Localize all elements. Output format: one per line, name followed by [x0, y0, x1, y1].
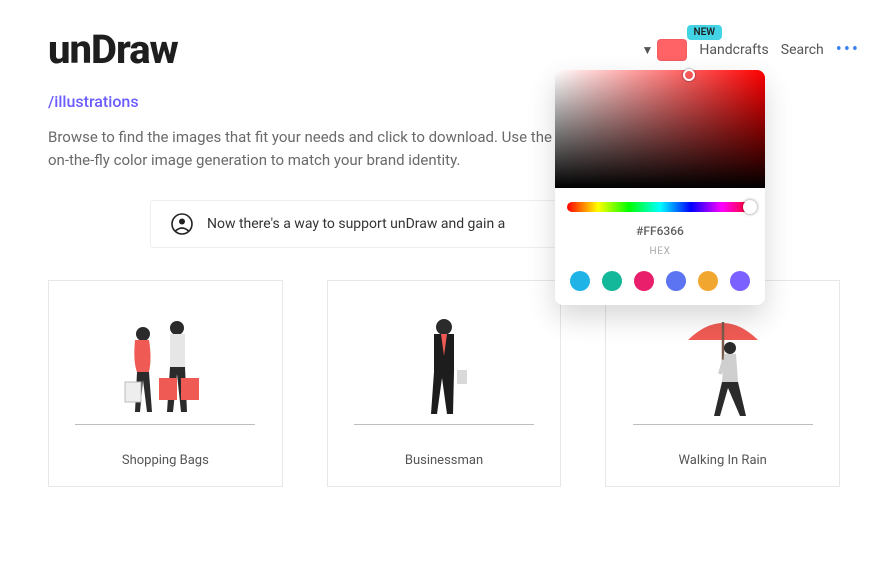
header: unDraw NEW ▼ Handcrafts Search ••• [48, 26, 860, 73]
nav-handcrafts[interactable]: Handcrafts [699, 42, 768, 58]
nav-search[interactable]: Search [781, 42, 824, 58]
preset-swatch-5[interactable] [730, 271, 750, 291]
illustration-walking-in-rain [633, 305, 813, 425]
hue-cursor[interactable] [743, 200, 757, 214]
preset-swatch-2[interactable] [634, 271, 654, 291]
banner-text: Now there's a way to support unDraw and … [207, 216, 505, 232]
avatar-icon [171, 213, 193, 235]
card-walking-in-rain[interactable]: Walking In Rain [605, 280, 840, 487]
new-badge: NEW [687, 25, 723, 40]
current-color-swatch [657, 39, 687, 61]
hex-value[interactable]: #FF6366 [636, 224, 684, 238]
color-swatch-trigger[interactable]: ▼ [642, 39, 688, 61]
illustration-shopping-bags [75, 305, 255, 425]
preset-swatch-1[interactable] [602, 271, 622, 291]
preset-swatches [570, 271, 750, 291]
illustration-businessman [354, 305, 534, 425]
card-caption: Walking In Rain [678, 453, 766, 468]
card-businessman[interactable]: Businessman [327, 280, 562, 487]
page-description: Browse to find the images that fit your … [48, 126, 558, 173]
card-caption: Businessman [405, 453, 483, 468]
preset-swatch-4[interactable] [698, 271, 718, 291]
illustration-grid: Shopping Bags Businessman [48, 280, 840, 487]
card-shopping-bags[interactable]: Shopping Bags [48, 280, 283, 487]
hex-label: HEX [650, 246, 671, 257]
chevron-down-icon: ▼ [642, 43, 654, 57]
sv-cursor[interactable] [683, 69, 695, 81]
preset-swatch-0[interactable] [570, 271, 590, 291]
card-caption: Shopping Bags [122, 453, 209, 468]
hue-slider[interactable] [567, 202, 753, 212]
preset-swatch-3[interactable] [666, 271, 686, 291]
nav-right: NEW ▼ Handcrafts Search ••• [642, 39, 860, 61]
logo[interactable]: unDraw [48, 26, 178, 73]
more-menu-icon[interactable]: ••• [836, 39, 860, 60]
breadcrumb: /illustrations [48, 92, 139, 111]
color-picker-popover: #FF6366 HEX [555, 70, 765, 305]
saturation-value-panel[interactable] [555, 70, 765, 188]
